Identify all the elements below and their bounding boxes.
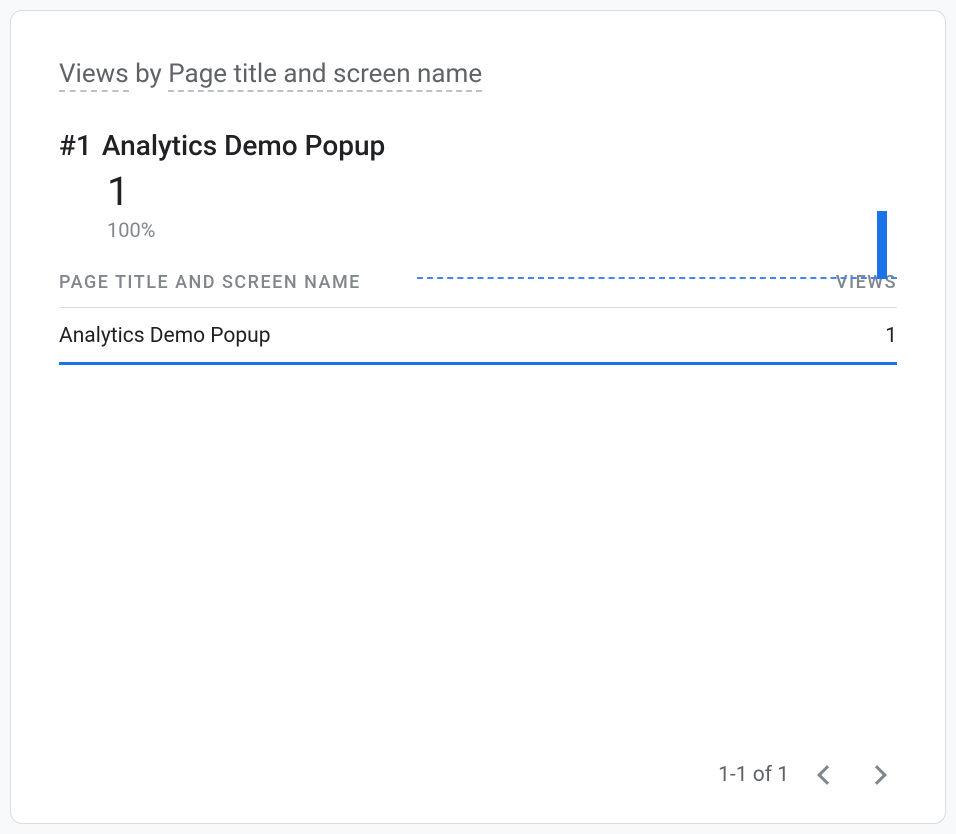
rank-number: #1 (59, 129, 92, 162)
top-item-name: Analytics Demo Popup (102, 129, 385, 162)
pagination: 1-1 of 1 (718, 757, 897, 793)
data-table: PAGE TITLE AND SCREEN NAME VIEWS Analyti… (59, 272, 897, 365)
table-cell-name: Analytics Demo Popup (59, 324, 271, 348)
pagination-label: 1-1 of 1 (718, 763, 789, 787)
chevron-left-icon (817, 765, 837, 785)
by-label: by (135, 59, 162, 89)
sparkline-baseline (417, 277, 897, 279)
analytics-card: Views by Page title and screen name #1 An… (10, 10, 946, 824)
top-item-percent: 100% (107, 218, 385, 242)
card-title: Views by Page title and screen name (59, 59, 897, 89)
chevron-right-icon (867, 765, 887, 785)
top-item-value: 1 (107, 172, 385, 212)
table-row[interactable]: Analytics Demo Popup 1 (59, 308, 897, 365)
table-header-dimension[interactable]: PAGE TITLE AND SCREEN NAME (59, 272, 361, 293)
sparkline-bar (877, 211, 887, 279)
next-page-button[interactable] (861, 757, 897, 793)
prev-page-button[interactable] (807, 757, 843, 793)
table-cell-value: 1 (885, 324, 897, 348)
metric-label[interactable]: Views (59, 59, 129, 92)
rank-title: #1 Analytics Demo Popup (59, 129, 385, 162)
dimension-label[interactable]: Page title and screen name (168, 59, 482, 92)
sparkline-chart (417, 201, 897, 279)
